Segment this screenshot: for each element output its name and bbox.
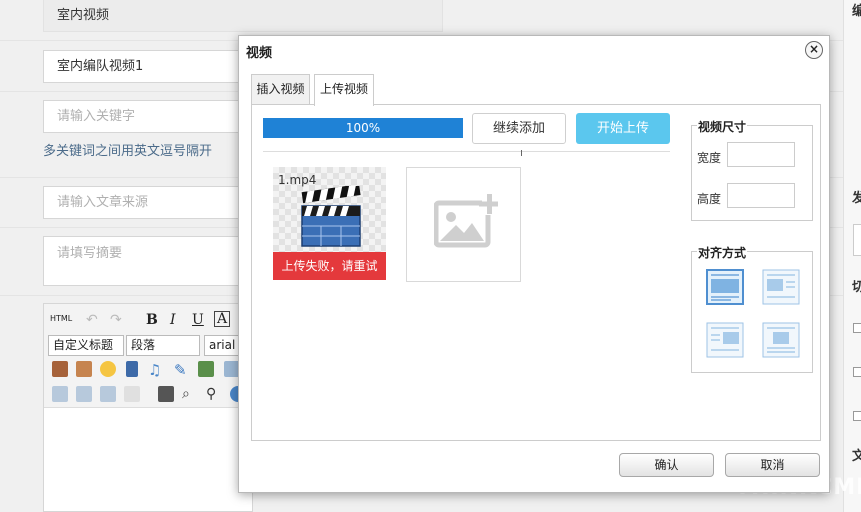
clapperboard-icon xyxy=(301,186,361,247)
tab-upload-video[interactable]: 上传视频 xyxy=(314,74,374,106)
paragraph-select[interactable]: 段落 xyxy=(126,335,200,356)
emoticon-icon[interactable] xyxy=(100,361,116,377)
right-checkbox[interactable] xyxy=(853,367,861,377)
align-box: 对齐方式 xyxy=(691,244,813,373)
height-input[interactable] xyxy=(727,183,795,208)
search-replace-icon[interactable]: ⚲ xyxy=(206,386,222,402)
confirm-button[interactable]: 确认 xyxy=(619,453,714,477)
tab-insert-video[interactable]: 插入视频 xyxy=(251,74,310,105)
upload-panel: 100% 继续添加 开始上传 1.mp4 上传失败，请重试 视频尺寸 宽度 高度… xyxy=(251,104,821,441)
align-title: 对齐方式 xyxy=(697,244,748,261)
start-upload-button[interactable]: 开始上传 xyxy=(576,113,670,144)
undo-icon[interactable]: ↶ xyxy=(86,312,102,328)
editor-toolbar: HTML ↶ ↷ B I U A 自定义标题 段落 arial ♫ ✎ ⌕ ⚲ xyxy=(44,304,254,408)
align-left-icon[interactable] xyxy=(762,269,800,305)
divider xyxy=(263,151,670,152)
upload-error-banner: 上传失败，请重试 xyxy=(273,252,386,280)
align-right-icon[interactable] xyxy=(706,322,744,358)
right-label: 文 xyxy=(852,449,861,464)
upload-progress-bar: 100% xyxy=(263,118,463,138)
align-none-icon[interactable] xyxy=(706,269,744,305)
insert-row-icon[interactable] xyxy=(76,386,92,402)
clear-table-icon[interactable] xyxy=(124,386,140,402)
dialog-title: 视频 xyxy=(246,46,273,61)
custom-title-select[interactable]: 自定义标题 xyxy=(48,335,124,356)
insert-image-icon[interactable] xyxy=(76,361,92,377)
right-checkbox[interactable] xyxy=(853,411,861,421)
map-icon[interactable] xyxy=(198,361,214,377)
video-dialog: 视频 × 插入视频 上传视频 100% 继续添加 开始上传 1.mp4 上传失败… xyxy=(238,35,830,493)
print-icon[interactable] xyxy=(158,386,174,402)
continue-add-button[interactable]: 继续添加 xyxy=(472,113,566,144)
right-label: 编 xyxy=(852,4,861,19)
italic-button[interactable]: I xyxy=(170,312,176,328)
add-file-button[interactable] xyxy=(406,167,521,282)
close-icon[interactable]: × xyxy=(805,41,823,59)
add-image-icon xyxy=(434,193,498,248)
html-source-button[interactable]: HTML xyxy=(50,314,72,323)
attachment-icon[interactable]: ✎ xyxy=(174,361,190,379)
width-input[interactable] xyxy=(727,142,795,167)
rich-text-editor[interactable]: HTML ↶ ↷ B I U A 自定义标题 段落 arial ♫ ✎ ⌕ ⚲ xyxy=(43,303,254,512)
right-label: 切 xyxy=(852,280,861,295)
image-icon[interactable] xyxy=(52,361,68,377)
right-sidebar xyxy=(843,0,861,512)
width-label: 宽度 xyxy=(697,151,722,165)
divider-tick xyxy=(521,150,522,156)
preview-icon[interactable]: ⌕ xyxy=(182,386,198,402)
font-color-button[interactable]: A xyxy=(214,311,231,327)
align-center-icon[interactable] xyxy=(762,322,800,358)
insert-col-icon[interactable] xyxy=(100,386,116,402)
video-icon[interactable] xyxy=(126,361,138,377)
keywords-hint: 多关键词之间用英文逗号隔开 xyxy=(43,144,213,159)
video-size-title: 视频尺寸 xyxy=(697,118,748,135)
uploaded-file-card[interactable]: 1.mp4 上传失败，请重试 xyxy=(273,167,386,280)
right-input[interactable] xyxy=(853,224,861,256)
cancel-button[interactable]: 取消 xyxy=(725,453,820,477)
music-icon[interactable]: ♫ xyxy=(148,361,164,379)
redo-icon[interactable]: ↷ xyxy=(110,312,126,328)
bold-button[interactable]: B xyxy=(146,312,158,328)
height-label: 高度 xyxy=(697,192,722,206)
table-icon[interactable] xyxy=(52,386,68,402)
right-label: 发 xyxy=(852,191,861,206)
title-field[interactable]: 室内视频 xyxy=(43,0,443,32)
file-name: 1.mp4 xyxy=(278,173,317,187)
underline-button[interactable]: U xyxy=(192,312,204,328)
video-size-box: 视频尺寸 宽度 高度 xyxy=(691,118,813,221)
right-checkbox[interactable] xyxy=(853,323,861,333)
progress-text: 100% xyxy=(345,121,381,135)
